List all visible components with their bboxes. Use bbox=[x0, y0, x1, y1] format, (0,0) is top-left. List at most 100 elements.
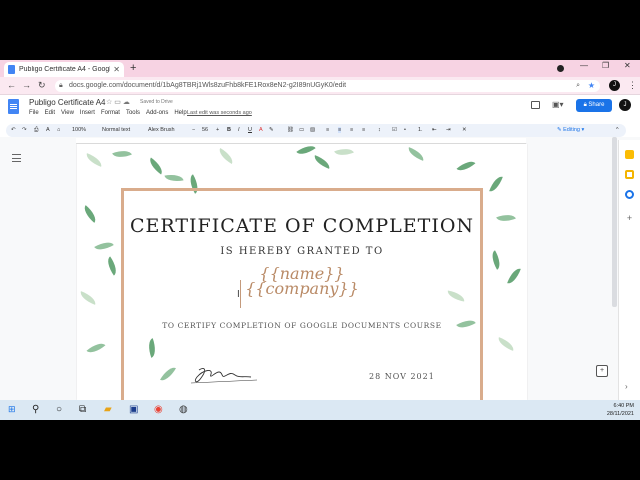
browser-tab-bar: Publigo Certificate A4 - Google D ✕ + — … bbox=[0, 60, 640, 77]
keep-icon[interactable] bbox=[625, 150, 634, 159]
undo-icon[interactable]: ↶ bbox=[11, 127, 16, 133]
granted-text: IS HEREBY GRANTED TO bbox=[220, 246, 384, 257]
outline-icon[interactable] bbox=[12, 154, 21, 162]
spellcheck-icon[interactable]: A bbox=[46, 127, 50, 133]
justify-icon[interactable]: ≡ bbox=[362, 127, 365, 133]
collapse-panel-icon[interactable]: › bbox=[625, 382, 634, 391]
google-docs-icon bbox=[8, 65, 15, 74]
windows-taskbar: ⊞ ⚲ ○ ⧉ ▰ ▣ ◉ ◍ 6:40 PM 28/11/2021 bbox=[0, 400, 640, 420]
contacts-icon[interactable] bbox=[625, 190, 634, 199]
window-close-icon[interactable]: ✕ bbox=[624, 61, 631, 70]
clear-format-icon[interactable]: ✕ bbox=[462, 127, 467, 133]
chrome-icon[interactable]: ◉ bbox=[154, 404, 163, 415]
docs-logo-icon[interactable] bbox=[8, 99, 19, 114]
zoom-select[interactable]: 100% bbox=[72, 127, 86, 133]
certificate-date: 28 NOV 2021 bbox=[369, 372, 435, 381]
text-cursor bbox=[240, 280, 241, 308]
explore-icon[interactable]: + bbox=[596, 365, 608, 377]
tasks-icon[interactable] bbox=[625, 170, 634, 179]
style-select[interactable]: Normal text bbox=[102, 127, 130, 133]
saved-status: Saved to Drive bbox=[140, 99, 173, 105]
forward-icon[interactable]: → bbox=[22, 80, 31, 90]
profile-icon[interactable] bbox=[557, 65, 564, 72]
bookmark-star-icon[interactable]: ★ bbox=[588, 80, 595, 92]
bullet-list-icon[interactable]: • bbox=[404, 127, 406, 133]
menu-file[interactable]: File bbox=[29, 110, 39, 116]
editing-mode-select[interactable]: ✎ Editing ▾ bbox=[551, 125, 609, 136]
minimize-icon[interactable]: — bbox=[580, 61, 588, 70]
menu-bar: File Edit View Insert Format Tools Add-o… bbox=[29, 110, 187, 116]
maximize-icon[interactable]: ❐ bbox=[602, 61, 609, 70]
link-icon[interactable]: ⛓ bbox=[287, 127, 294, 133]
vertical-scrollbar[interactable] bbox=[612, 137, 617, 307]
print-icon[interactable]: ⎙ bbox=[34, 127, 38, 134]
url-input[interactable]: 🔒︎ docs.google.com/document/d/1bAg8TBRj1… bbox=[55, 80, 600, 92]
store-icon[interactable]: ▣ bbox=[129, 404, 138, 415]
italic-button[interactable]: I bbox=[238, 127, 240, 133]
meet-present-icon[interactable]: ▣▾ bbox=[552, 100, 564, 109]
tab-title: Publigo Certificate A4 - Google D bbox=[19, 66, 110, 73]
align-right-icon[interactable]: ≡ bbox=[350, 127, 353, 133]
indent-increase-icon[interactable]: ⇥ bbox=[446, 127, 451, 133]
cortana-icon[interactable]: ○ bbox=[56, 404, 62, 415]
cloud-icon: ☁ bbox=[122, 99, 130, 106]
menu-edit[interactable]: Edit bbox=[45, 110, 55, 116]
underline-button[interactable]: U bbox=[248, 127, 252, 133]
account-avatar[interactable]: J bbox=[619, 99, 631, 111]
text-color-button[interactable]: A bbox=[259, 127, 263, 133]
document-title[interactable]: Publigo Certificate A4 bbox=[29, 98, 106, 107]
menu-help[interactable]: Help bbox=[174, 110, 186, 116]
line-spacing-icon[interactable]: ↕ bbox=[378, 127, 381, 133]
side-panel: + › bbox=[618, 140, 640, 400]
lock-icon: 🔒︎ bbox=[59, 82, 63, 89]
address-bar-row: ← → ↻ 🔒︎ docs.google.com/document/d/1bAg… bbox=[0, 77, 640, 95]
font-size-decrease[interactable]: − bbox=[192, 127, 195, 133]
align-center-icon[interactable]: ≡ bbox=[338, 127, 342, 133]
bold-button[interactable]: B bbox=[227, 127, 231, 133]
font-size-increase[interactable]: + bbox=[216, 127, 219, 133]
numbered-list-icon[interactable]: 1. bbox=[418, 127, 423, 133]
checklist-icon[interactable]: ☑ bbox=[392, 127, 397, 133]
chrome-menu-icon[interactable]: ⋮ bbox=[628, 80, 637, 91]
zoom-icon[interactable]: ⌕ bbox=[576, 80, 580, 92]
url-text: docs.google.com/document/d/1bAg8TBRj1Wls… bbox=[69, 82, 347, 89]
file-explorer-icon[interactable]: ▰ bbox=[104, 404, 112, 415]
menu-format[interactable]: Format bbox=[101, 110, 120, 116]
image-icon[interactable]: ▨ bbox=[310, 127, 315, 133]
align-left-icon[interactable]: ≡ bbox=[326, 127, 329, 133]
comment-history-icon[interactable] bbox=[531, 101, 540, 109]
menu-insert[interactable]: Insert bbox=[80, 110, 95, 116]
task-view-icon[interactable]: ⧉ bbox=[79, 404, 86, 415]
obs-icon[interactable]: ◍ bbox=[179, 404, 188, 415]
menu-view[interactable]: View bbox=[61, 110, 74, 116]
reload-icon[interactable]: ↻ bbox=[38, 80, 46, 91]
back-icon[interactable]: ← bbox=[7, 80, 16, 90]
new-tab-button[interactable]: + bbox=[130, 62, 136, 74]
close-icon[interactable]: ✕ bbox=[113, 65, 120, 74]
last-edit-link[interactable]: Last edit was seconds ago bbox=[187, 110, 252, 116]
font-select[interactable]: Alex Brush bbox=[148, 127, 175, 133]
signature-image bbox=[190, 367, 258, 384]
menu-addons[interactable]: Add-ons bbox=[146, 110, 168, 116]
collapse-icon[interactable]: ^ bbox=[616, 127, 619, 133]
comment-icon[interactable]: ▭ bbox=[299, 127, 304, 133]
highlight-icon[interactable]: ✎ bbox=[269, 127, 274, 133]
move-folder-icon[interactable]: ▭ bbox=[114, 99, 121, 106]
indent-decrease-icon[interactable]: ⇤ bbox=[432, 127, 437, 133]
menu-tools[interactable]: Tools bbox=[126, 110, 140, 116]
search-icon[interactable]: ⚲ bbox=[32, 404, 39, 415]
certify-text: TO CERTIFY COMPLETION OF GOOGLE DOCUMENT… bbox=[162, 321, 442, 330]
add-ons-icon[interactable]: + bbox=[625, 214, 634, 223]
star-icon[interactable]: ☆ bbox=[106, 99, 112, 106]
placeholder-block[interactable]: {{name}} {{company}} bbox=[77, 266, 527, 297]
document-page[interactable]: CERTIFICATE OF COMPLETION IS HEREBY GRAN… bbox=[77, 144, 527, 400]
windows-start-icon[interactable]: ⊞ bbox=[8, 404, 16, 415]
browser-tab[interactable]: Publigo Certificate A4 - Google D ✕ bbox=[4, 62, 124, 77]
redo-icon[interactable]: ↷ bbox=[22, 127, 27, 133]
docs-header: Publigo Certificate A4 ☆ ▭ ☁ Saved to Dr… bbox=[0, 95, 640, 125]
font-size-input[interactable]: 56 bbox=[202, 127, 208, 133]
chrome-avatar[interactable]: J bbox=[609, 80, 620, 91]
system-clock[interactable]: 6:40 PM 28/11/2021 bbox=[607, 402, 634, 418]
share-button[interactable]: 🔒︎ Share bbox=[576, 99, 612, 112]
paint-format-icon[interactable]: ⌂ bbox=[57, 127, 60, 133]
